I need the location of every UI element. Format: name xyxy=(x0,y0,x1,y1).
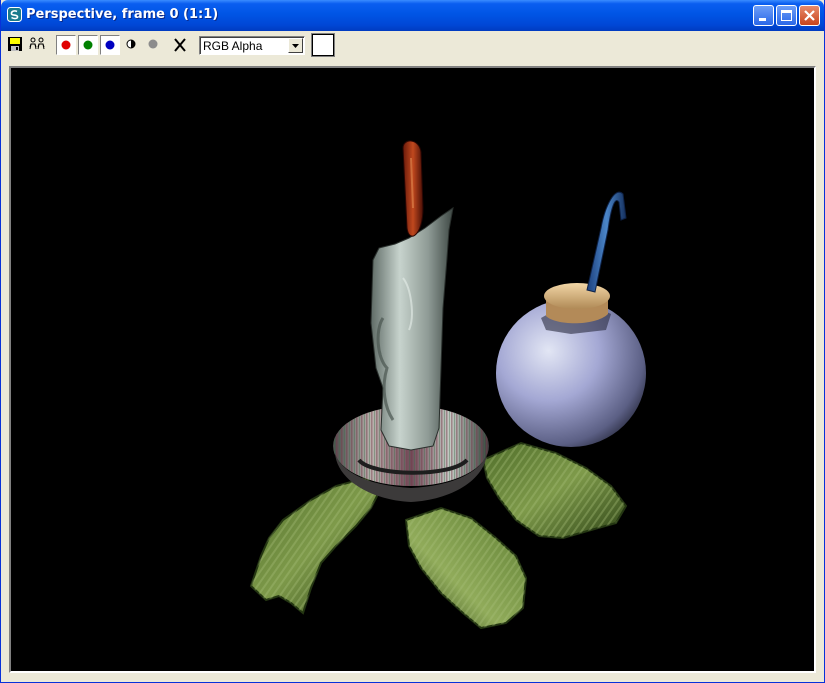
cane-handle xyxy=(586,191,627,293)
minimize-icon xyxy=(759,18,766,21)
flame xyxy=(402,140,424,237)
clone-icon xyxy=(29,37,45,50)
green-channel-toggle[interactable] xyxy=(78,35,98,55)
cork xyxy=(544,283,610,324)
channel-display-dropdown[interactable]: RGB Alpha xyxy=(199,36,305,55)
title-bar[interactable]: Perspective, frame 0 (1:1) xyxy=(1,0,824,31)
close-icon xyxy=(804,10,815,21)
clear-button[interactable] xyxy=(170,35,190,55)
alpha-channel-toggle[interactable] xyxy=(144,35,164,55)
alpha-icon xyxy=(148,39,158,49)
maximize-button[interactable] xyxy=(776,5,797,26)
window-title: Perspective, frame 0 (1:1) xyxy=(26,7,219,22)
maximize-icon xyxy=(781,10,792,21)
render-frame-window: Perspective, frame 0 (1:1) RGB Alpha xyxy=(0,0,825,683)
red-channel-toggle[interactable] xyxy=(56,35,76,55)
app-icon[interactable] xyxy=(7,7,22,22)
chevron-down-icon xyxy=(292,44,299,48)
close-button[interactable] xyxy=(799,5,820,26)
green-channel-icon xyxy=(83,40,93,50)
rendered-image xyxy=(11,68,814,671)
minimize-button[interactable] xyxy=(753,5,774,26)
save-icon xyxy=(8,37,22,51)
monochrome-icon xyxy=(126,39,136,49)
color-swatch[interactable] xyxy=(312,34,334,56)
clear-x-icon xyxy=(174,38,186,52)
render-toolbar: RGB Alpha xyxy=(4,32,821,60)
channel-display-value: RGB Alpha xyxy=(203,39,263,53)
clone-window-button[interactable] xyxy=(28,35,48,55)
dropdown-arrow-button[interactable] xyxy=(288,38,303,53)
red-channel-icon xyxy=(61,40,71,50)
monochrome-toggle[interactable] xyxy=(122,35,142,55)
save-button[interactable] xyxy=(6,35,26,55)
render-viewport[interactable] xyxy=(9,66,816,673)
blue-channel-icon xyxy=(105,40,115,50)
blue-channel-toggle[interactable] xyxy=(100,35,120,55)
